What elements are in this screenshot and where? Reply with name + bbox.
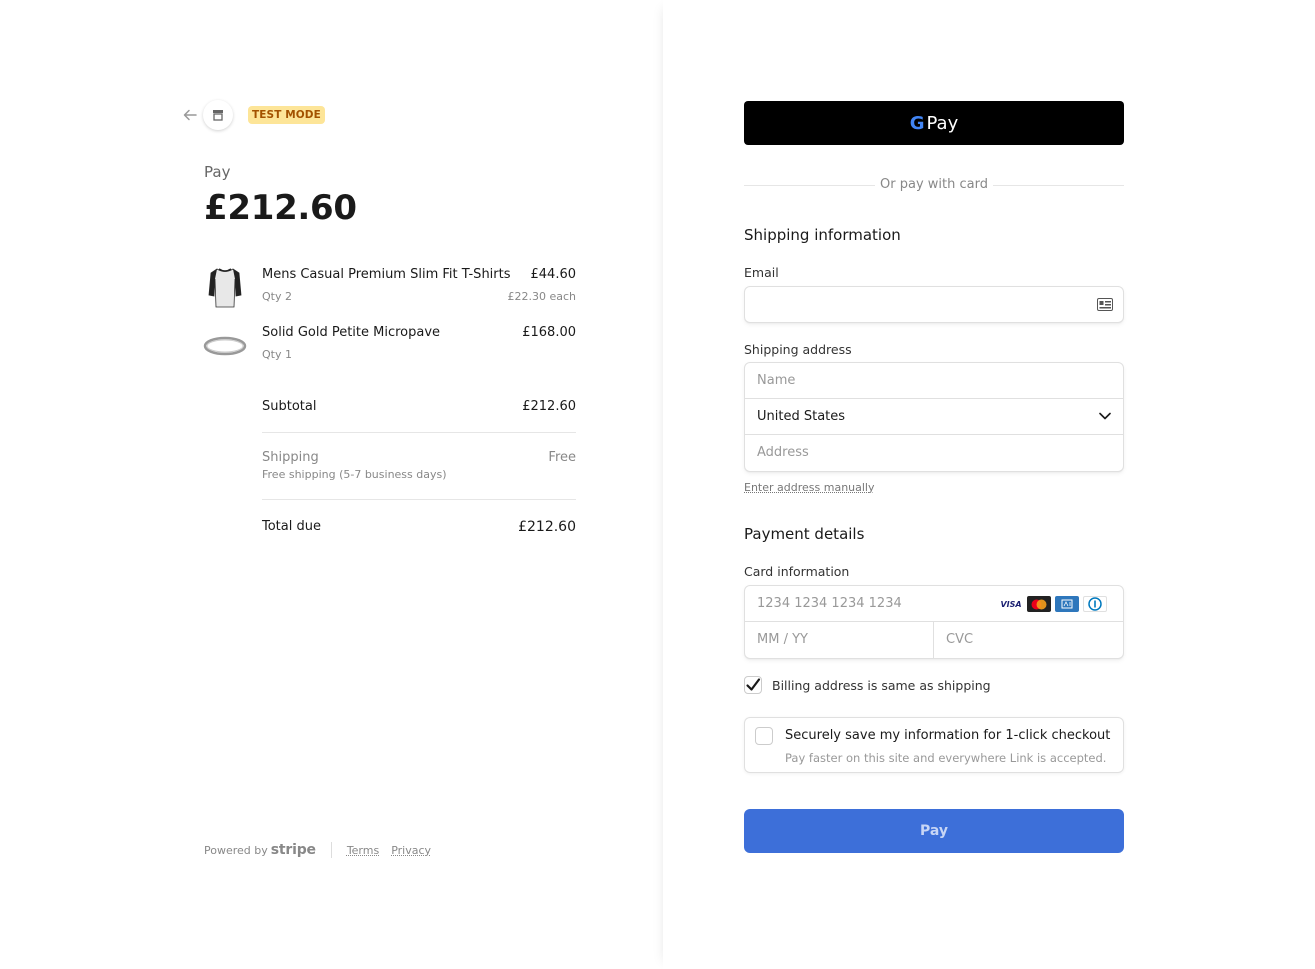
save-info-title: Securely save my information for 1-click…	[785, 728, 1111, 743]
billing-same-label: Billing address is same as shipping	[772, 677, 991, 693]
billing-same-row: Billing address is same as shipping	[744, 676, 991, 694]
item-price: £44.60	[530, 267, 577, 282]
shipping-row: Shipping Free shipping (5-7 business day…	[262, 450, 576, 486]
email-field[interactable]	[744, 286, 1124, 323]
total-row: Total due £212.60	[262, 519, 576, 539]
subtotal-row: Subtotal £212.60	[262, 399, 576, 419]
pay-amount: £212.60	[204, 188, 357, 228]
name-input[interactable]: Name	[745, 363, 1123, 399]
diners-club-icon	[1083, 596, 1107, 612]
shipping-value: Free	[548, 450, 576, 465]
payment-details-title: Payment details	[744, 525, 865, 543]
amex-icon	[1055, 596, 1079, 612]
total-label: Total due	[262, 519, 321, 534]
card-number-input[interactable]: 1234 1234 1234 1234 VISA	[745, 586, 1123, 622]
item-qty: Qty 2	[262, 290, 292, 303]
shipping-label: Shipping	[262, 450, 319, 465]
google-pay-label: Pay	[926, 112, 959, 134]
card-brands: VISA	[999, 596, 1107, 612]
line-item: Solid Gold Petite Micropave Qty 1 £168.0…	[202, 323, 576, 373]
shipping-description: Free shipping (5-7 business days)	[262, 468, 447, 481]
country-select[interactable]: United States	[745, 399, 1123, 435]
card-info-group: 1234 1234 1234 1234 VISA MM / YY CVC	[744, 585, 1124, 659]
item-name: Mens Casual Premium Slim Fit T-Shirts	[262, 267, 511, 282]
ring-icon	[202, 323, 248, 369]
terms-link[interactable]: Terms	[347, 844, 379, 857]
line-item: Mens Casual Premium Slim Fit T-Shirts Qt…	[202, 265, 576, 315]
pay-label: Pay	[204, 163, 231, 181]
footer: Powered by stripe Terms Privacy	[204, 842, 443, 858]
visa-icon: VISA	[999, 596, 1023, 612]
expiry-input[interactable]: MM / YY	[745, 622, 934, 658]
privacy-link[interactable]: Privacy	[391, 844, 431, 857]
contact-card-icon	[1097, 298, 1113, 311]
test-mode-badge: TEST MODE	[248, 106, 325, 124]
shipping-info-title: Shipping information	[744, 226, 901, 244]
subtotal-value: £212.60	[522, 399, 576, 414]
divider	[262, 499, 576, 500]
shipping-address-group: Name United States Address	[744, 362, 1124, 472]
checkmark-icon	[746, 678, 761, 691]
tshirt-icon	[202, 265, 248, 311]
total-value: £212.60	[518, 519, 576, 535]
chevron-down-icon	[1099, 412, 1111, 420]
mastercard-icon	[1027, 596, 1051, 612]
footer-separator	[330, 842, 332, 858]
shipping-address-label: Shipping address	[744, 342, 852, 357]
item-qty: Qty 1	[262, 348, 292, 361]
card-expiry-cvc-row: MM / YY CVC	[745, 622, 1123, 658]
save-info-box: Securely save my information for 1-click…	[744, 717, 1124, 773]
save-info-checkbox[interactable]	[755, 727, 773, 745]
storefront-icon	[213, 110, 223, 121]
stripe-logo[interactable]: stripe	[271, 842, 316, 858]
google-pay-button[interactable]: G Pay	[744, 101, 1124, 145]
divider	[262, 432, 576, 433]
address-input[interactable]: Address	[745, 435, 1123, 471]
or-pay-with-card: Or pay with card	[880, 177, 988, 192]
subtotal-label: Subtotal	[262, 399, 317, 414]
email-label: Email	[744, 265, 779, 280]
pay-button[interactable]: Pay	[744, 809, 1124, 853]
save-info-subtitle: Pay faster on this site and everywhere L…	[785, 751, 1107, 765]
cvc-input[interactable]: CVC	[934, 622, 1123, 658]
card-info-label: Card information	[744, 564, 850, 579]
back-arrow-icon[interactable]	[181, 106, 199, 124]
google-g-icon: G	[909, 112, 925, 134]
item-price: £168.00	[522, 325, 576, 340]
store-icon[interactable]	[203, 100, 233, 130]
powered-by-text: Powered by	[204, 843, 268, 857]
item-name: Solid Gold Petite Micropave	[262, 325, 441, 340]
enter-address-manually-link[interactable]: Enter address manually	[744, 481, 875, 494]
billing-same-checkbox[interactable]	[744, 676, 762, 694]
item-unit-price: £22.30 each	[507, 290, 576, 303]
